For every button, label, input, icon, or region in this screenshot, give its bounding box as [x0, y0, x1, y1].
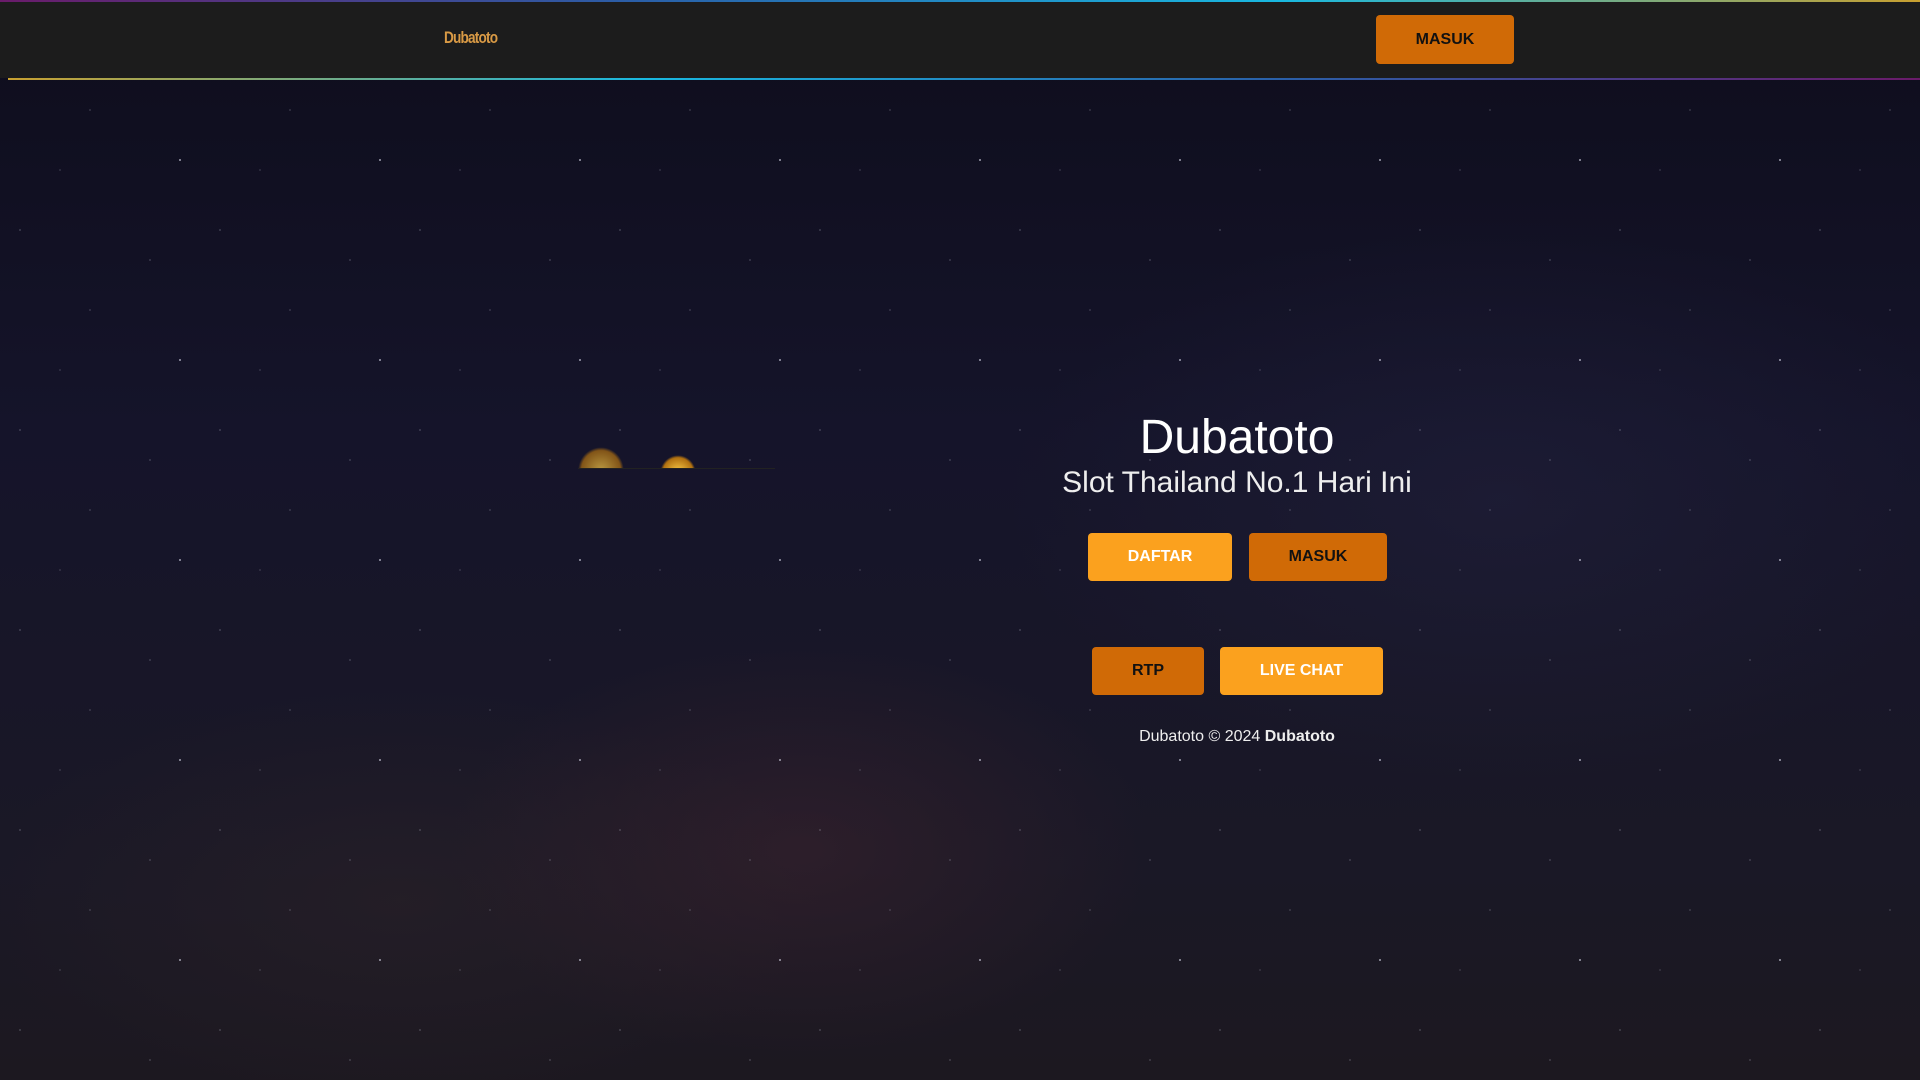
site-header: Dubatoto MASUK [0, 2, 1920, 78]
hero-banner-image [578, 443, 775, 469]
live-chat-button[interactable]: LIVE CHAT [1220, 647, 1383, 695]
footer-copyright: Dubatoto © 2024 Dubatoto [1037, 728, 1437, 746]
starfield-background [0, 0, 1920, 1080]
header-login-button[interactable]: MASUK [1376, 15, 1514, 64]
login-button[interactable]: MASUK [1249, 533, 1387, 581]
footer-brand: Dubatoto [1139, 728, 1204, 745]
coin-graphic [660, 455, 696, 468]
footer-owner-link[interactable]: Dubatoto [1265, 728, 1335, 745]
footer-copyright-year: © 2024 [1208, 728, 1261, 745]
gradient-header-border [8, 78, 1920, 80]
register-button[interactable]: DAFTAR [1088, 533, 1232, 581]
site-logo[interactable]: Dubatoto [444, 28, 498, 48]
hero-title: Dubatoto [1139, 411, 1335, 464]
hero-subtitle: Slot Thailand No.1 Hari Ini [1062, 466, 1412, 499]
rtp-button[interactable]: RTP [1092, 647, 1204, 695]
coin-graphic [578, 447, 624, 468]
